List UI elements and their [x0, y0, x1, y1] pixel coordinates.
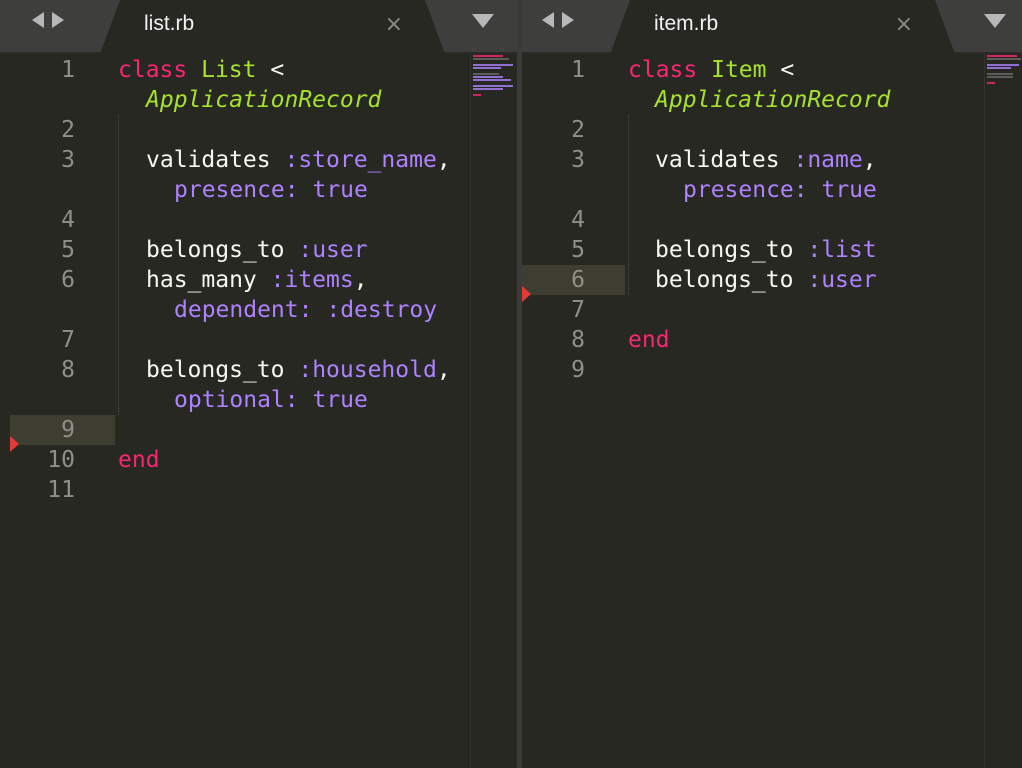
arrow-left-icon[interactable]	[32, 12, 44, 28]
tab-item-rb[interactable]: item.rb ×	[610, 0, 955, 54]
code-line[interactable]: belongs_to :list	[655, 235, 877, 265]
line-number: 6	[571, 267, 585, 293]
code-line[interactable]: class List <	[118, 55, 284, 85]
arrow-right-icon[interactable]	[52, 12, 64, 28]
line-number: 4	[61, 207, 75, 233]
code-line[interactable]: validates :store_name,	[146, 145, 451, 175]
code-line-wrap[interactable]: optional: true	[174, 385, 368, 415]
editor-pane-right[interactable]: item.rb × 1 2 3 4 5 6 7 8 9 class Item <…	[522, 0, 1022, 768]
code-line-wrap[interactable]: ApplicationRecord	[146, 85, 381, 115]
tab-bar-left: list.rb ×	[0, 0, 517, 54]
marker-icon	[10, 436, 19, 452]
line-number: 2	[571, 117, 585, 143]
line-number: 8	[61, 357, 75, 383]
indent-guide	[118, 115, 119, 415]
code-line[interactable]: end	[118, 445, 160, 475]
code-line-wrap[interactable]: dependent: :destroy	[174, 295, 437, 325]
nav-arrows	[32, 12, 64, 28]
line-number: 2	[61, 117, 75, 143]
line-number: 10	[47, 447, 75, 473]
code-line[interactable]: end	[628, 325, 670, 355]
line-number: 7	[61, 327, 75, 353]
code-line-wrap[interactable]: presence: true	[683, 175, 877, 205]
editor-pane-left[interactable]: list.rb × 1 2 3 4 5 6 7 8 9 10 11 class …	[0, 0, 517, 768]
tab-label: list.rb	[144, 12, 195, 35]
line-number: 1	[571, 57, 585, 83]
tab-bar-right: item.rb ×	[522, 0, 1022, 54]
minimap[interactable]	[984, 54, 1022, 768]
minimap[interactable]	[470, 54, 517, 768]
line-number: 5	[571, 237, 585, 263]
marker-icon	[522, 286, 531, 302]
nav-arrows	[542, 12, 574, 28]
line-number: 3	[61, 147, 75, 173]
line-number: 3	[571, 147, 585, 173]
code-line[interactable]: belongs_to :household,	[146, 355, 451, 385]
code-line[interactable]: belongs_to :user	[655, 265, 877, 295]
code-line[interactable]: class Item <	[628, 55, 794, 85]
tab-list-rb[interactable]: list.rb ×	[100, 0, 445, 54]
code-line-wrap[interactable]: ApplicationRecord	[655, 85, 890, 115]
line-number: 1	[61, 57, 75, 83]
arrow-left-icon[interactable]	[542, 12, 554, 28]
line-number: 5	[61, 237, 75, 263]
close-icon[interactable]: ×	[895, 12, 913, 38]
code-line[interactable]: belongs_to :user	[146, 235, 368, 265]
chevron-down-icon[interactable]	[984, 14, 1006, 28]
code-line[interactable]: validates :name,	[655, 145, 877, 175]
code-line-wrap[interactable]: presence: true	[174, 175, 368, 205]
line-number: 4	[571, 207, 585, 233]
line-number: 6	[61, 267, 75, 293]
close-icon[interactable]: ×	[385, 12, 403, 38]
line-number: 8	[571, 327, 585, 353]
indent-guide	[628, 115, 629, 295]
line-number: 11	[47, 477, 75, 503]
chevron-down-icon[interactable]	[472, 14, 494, 28]
line-number: 7	[571, 297, 585, 323]
code-line[interactable]: has_many :items,	[146, 265, 368, 295]
line-number: 9	[61, 417, 75, 443]
line-number: 9	[571, 357, 585, 383]
arrow-right-icon[interactable]	[562, 12, 574, 28]
tab-label: item.rb	[654, 12, 719, 35]
